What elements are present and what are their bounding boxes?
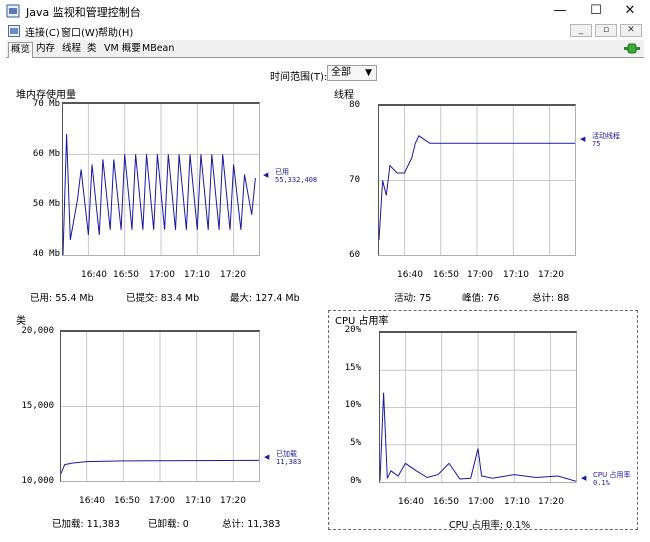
legend-value: 11,383 <box>276 458 302 466</box>
time-range-label: 时间范围(T): <box>270 72 328 83</box>
y-tick-label: 0% <box>350 476 361 486</box>
legend-value: 0.1% <box>593 479 610 487</box>
x-tick-label: 17:10 <box>185 496 211 506</box>
heap-chart-svg <box>63 104 259 255</box>
threads-plot <box>378 104 576 256</box>
chevron-down-icon: ▼ <box>365 68 372 78</box>
legend-marker-icon: ◀ <box>581 474 587 482</box>
inner-minimize-button[interactable]: _ <box>570 24 592 37</box>
tab-memory[interactable]: 内存 <box>34 42 57 58</box>
cpu-stat-usage: CPU 占用率: 0.1% <box>449 520 531 531</box>
legend-name: 已用 <box>275 168 289 176</box>
java-app-icon <box>6 4 20 18</box>
y-tick-label: 5% <box>350 438 361 448</box>
inner-restore-button[interactable]: ▫ <box>595 24 617 37</box>
y-tick-label: 70 <box>349 175 360 185</box>
threads-panel-title: 线程 <box>334 90 354 101</box>
y-tick-label: 20,000 <box>21 326 54 336</box>
classes-stat-unloaded: 已卸载: 0 <box>148 519 189 530</box>
heap-plot <box>62 102 260 256</box>
y-tick-label: 15,000 <box>21 401 54 411</box>
y-tick-label: 15% <box>344 363 361 373</box>
cpu-legend: ◀ CPU 占用率 0.1% <box>581 471 631 487</box>
classes-panel: 类 20,000 15,000 10,000 16:40 16:50 17:00… <box>12 312 318 530</box>
x-tick-label: 17:00 <box>149 496 175 506</box>
time-range-select[interactable]: 全部 ▼ <box>327 65 377 81</box>
x-tick-label: 17:10 <box>503 270 529 280</box>
x-tick-label: 17:20 <box>538 497 564 507</box>
legend-name: CPU 占用率 <box>593 471 631 479</box>
legend-marker-icon: ◀ <box>580 135 586 143</box>
tab-vm-summary[interactable]: VM 概要 <box>102 42 143 58</box>
heap-stat-committed: 已提交: 83.4 Mb <box>126 293 200 304</box>
x-tick-label: 16:40 <box>398 497 424 507</box>
classes-chart-svg <box>61 332 259 481</box>
x-tick-label: 17:20 <box>220 270 246 280</box>
threads-stat-total: 总计: 88 <box>532 293 570 304</box>
connection-plug-icon[interactable] <box>624 43 640 54</box>
classes-stat-total: 总计: 11,383 <box>222 519 281 530</box>
series-line <box>63 134 256 255</box>
title-bar: Java 监视和管理控制台 — ☐ ✕ <box>0 0 650 22</box>
heap-memory-panel: 堆内存使用量 70 Mb 60 Mb 50 Mb 40 Mb 16:40 16:… <box>12 86 318 304</box>
y-tick-label: 20% <box>344 325 361 335</box>
tab-threads[interactable]: 线程 <box>60 42 83 58</box>
console-icon <box>8 25 20 37</box>
tab-bar: 概览 内存 线程 类 VM 概要 MBean <box>6 40 644 58</box>
tab-overview[interactable]: 概览 <box>8 42 34 58</box>
x-tick-label: 17:00 <box>467 270 493 280</box>
y-tick-label: 60 <box>349 250 360 260</box>
threads-stat-peak: 峰值: 76 <box>462 293 500 304</box>
x-tick-label: 16:40 <box>79 496 105 506</box>
close-button[interactable]: ✕ <box>612 0 648 22</box>
menu-bar: 连接(C) 窗口(W) 帮助(H) _ ▫ ✕ <box>0 22 650 40</box>
legend-value: 55,332,408 <box>275 176 318 184</box>
cpu-plot <box>379 331 577 483</box>
heap-legend: ◀ 已用 55,332,408 <box>263 168 318 184</box>
x-tick-label: 16:50 <box>433 497 459 507</box>
x-tick-label: 17:20 <box>220 496 246 506</box>
legend-marker-icon: ◀ <box>263 171 269 179</box>
cpu-chart-svg <box>380 333 576 482</box>
threads-panel: 线程 80 70 60 16:40 16:50 17:00 17:10 17:2… <box>330 86 636 304</box>
menu-window[interactable]: 窗口(W) <box>61 24 99 39</box>
x-tick-label: 17:00 <box>149 270 175 280</box>
x-tick-label: 17:10 <box>184 270 210 280</box>
y-tick-label: 50 Mb <box>32 199 60 209</box>
threads-chart-svg <box>379 106 575 255</box>
x-tick-label: 16:50 <box>113 270 139 280</box>
legend-value: 75 <box>592 140 601 148</box>
legend-name: 已加载 <box>276 450 297 458</box>
inner-close-button[interactable]: ✕ <box>620 24 642 37</box>
x-tick-label: 17:20 <box>538 270 564 280</box>
minimize-button[interactable]: — <box>542 0 578 22</box>
classes-stat-loaded: 已加载: 11,383 <box>52 519 120 530</box>
y-tick-label: 70 Mb <box>32 99 60 109</box>
y-tick-label: 10,000 <box>21 476 54 486</box>
legend-name: 活动线程 <box>592 132 620 140</box>
time-range-value: 全部 <box>331 67 351 78</box>
window-title: Java 监视和管理控制台 <box>26 6 141 19</box>
tab-mbeans[interactable]: MBean <box>140 42 176 58</box>
menu-connect[interactable]: 连接(C) <box>25 24 60 39</box>
classes-panel-title: 类 <box>16 316 26 327</box>
threads-stat-live: 活动: 75 <box>394 293 432 304</box>
y-tick-label: 60 Mb <box>32 149 60 159</box>
x-tick-label: 16:40 <box>397 270 423 280</box>
heap-stat-max: 最大: 127.4 Mb <box>230 293 300 304</box>
x-tick-label: 17:00 <box>468 497 494 507</box>
cpu-usage-panel[interactable]: CPU 占用率 20% 15% 10% 5% 0% 16:40 16:50 17… <box>328 310 638 531</box>
classes-plot <box>60 330 260 482</box>
heap-stat-used: 已用: 55.4 Mb <box>30 293 94 304</box>
y-tick-label: 10% <box>344 400 361 410</box>
tab-classes[interactable]: 类 <box>85 42 99 58</box>
menu-help[interactable]: 帮助(H) <box>98 24 133 39</box>
maximize-button[interactable]: ☐ <box>578 0 614 22</box>
threads-legend: ◀ 活动线程 75 <box>580 132 620 148</box>
legend-marker-icon: ◀ <box>264 453 270 461</box>
y-tick-label: 80 <box>349 100 360 110</box>
y-tick-label: 40 Mb <box>32 249 60 259</box>
classes-legend: ◀ 已加载 11,383 <box>264 450 302 466</box>
x-tick-label: 16:50 <box>114 496 140 506</box>
